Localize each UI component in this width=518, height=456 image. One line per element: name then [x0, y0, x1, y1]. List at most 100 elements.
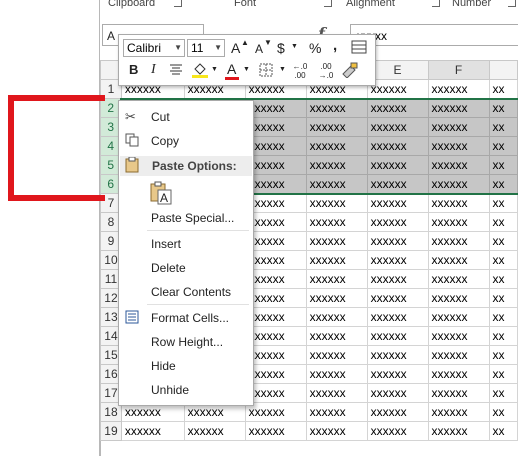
- cell[interactable]: xx: [488, 212, 518, 232]
- menu-item-insert[interactable]: Insert: [151, 237, 181, 251]
- cell[interactable]: xx: [488, 383, 518, 403]
- cell[interactable]: xx: [488, 117, 518, 137]
- fill-color-icon[interactable]: [191, 61, 209, 82]
- cell[interactable]: xxxxxx: [427, 193, 490, 213]
- cell[interactable]: xxxxxx: [244, 345, 307, 365]
- percent-style-button[interactable]: %: [309, 40, 321, 56]
- cell[interactable]: xxxxxx: [366, 326, 429, 346]
- cell[interactable]: xx: [488, 250, 518, 270]
- row-header[interactable]: 19: [100, 421, 122, 441]
- cell[interactable]: xxxxxx: [366, 79, 429, 99]
- format-painter-icon[interactable]: [341, 62, 359, 81]
- cell[interactable]: xx: [488, 231, 518, 251]
- cell[interactable]: xxxxxx: [427, 231, 490, 251]
- shrink-font-button[interactable]: A: [255, 42, 263, 56]
- cell[interactable]: xxxxxx: [366, 421, 429, 441]
- cell[interactable]: xx: [488, 345, 518, 365]
- number-launcher-icon[interactable]: [508, 0, 516, 7]
- cell[interactable]: xxxxxx: [366, 212, 429, 232]
- alignment-launcher-icon[interactable]: [432, 0, 440, 7]
- cell[interactable]: xxxxxx: [366, 269, 429, 289]
- cell[interactable]: xx: [488, 79, 518, 99]
- cell[interactable]: xxxxxx: [427, 117, 490, 137]
- cell[interactable]: xxxxxx: [244, 193, 307, 213]
- menu-item-delete[interactable]: Delete: [151, 261, 186, 275]
- align-center-icon[interactable]: [169, 63, 183, 78]
- font-color-button[interactable]: A: [227, 61, 236, 77]
- comma-style-button[interactable]: ,: [333, 37, 337, 54]
- cell[interactable]: xxxxxx: [427, 345, 490, 365]
- cell[interactable]: xxxxxx: [366, 364, 429, 384]
- decrease-decimal-button[interactable]: .00 →.0: [315, 62, 337, 80]
- cell[interactable]: xx: [488, 421, 518, 441]
- cell[interactable]: xxxxxx: [427, 402, 490, 422]
- cell[interactable]: xxxxxx: [244, 250, 307, 270]
- cell[interactable]: xxxxxx: [244, 155, 307, 175]
- cell[interactable]: xxxxxx: [120, 421, 185, 441]
- cell[interactable]: xxxxxx: [305, 345, 368, 365]
- cell[interactable]: xxxxxx: [427, 174, 490, 195]
- cell[interactable]: xxxxxx: [244, 174, 307, 195]
- font-size-dropdown[interactable]: 11 ▼: [187, 39, 225, 57]
- cell[interactable]: xxxxxx: [244, 269, 307, 289]
- cell[interactable]: xxxxxx: [305, 231, 368, 251]
- cell[interactable]: xxxxxx: [305, 326, 368, 346]
- clipboard-launcher-icon[interactable]: [174, 0, 182, 7]
- cell[interactable]: xxxxxx: [427, 155, 490, 175]
- cell[interactable]: xxxxxx: [244, 97, 307, 118]
- cell[interactable]: xxxxxx: [244, 421, 307, 441]
- cell[interactable]: xxxxxx: [366, 383, 429, 403]
- column-header[interactable]: [488, 60, 518, 80]
- cell[interactable]: xx: [488, 193, 518, 213]
- cell[interactable]: xxxxxx: [244, 326, 307, 346]
- column-header-f[interactable]: F: [427, 60, 490, 80]
- cell[interactable]: xxxxxx: [366, 174, 429, 195]
- cell[interactable]: xxxxxx: [427, 421, 490, 441]
- cell[interactable]: xxxxxx: [366, 155, 429, 175]
- cell[interactable]: xxxxxx: [366, 402, 429, 422]
- menu-item-paste-special[interactable]: Paste Special...: [151, 211, 234, 225]
- cell[interactable]: xxxxxx: [427, 364, 490, 384]
- cell[interactable]: xxxxxx: [305, 212, 368, 232]
- cell[interactable]: xxxxxx: [244, 231, 307, 251]
- currency-format-button[interactable]: $: [277, 40, 285, 56]
- cell[interactable]: xxxxxx: [244, 307, 307, 327]
- cell[interactable]: xxxxxx: [366, 288, 429, 308]
- cell[interactable]: xxxxxx: [427, 212, 490, 232]
- cell[interactable]: xxxxxx: [244, 212, 307, 232]
- menu-item-copy[interactable]: Copy: [151, 134, 179, 148]
- cell[interactable]: xxxxxx: [305, 383, 368, 403]
- cell[interactable]: xxxxxx: [427, 326, 490, 346]
- cell[interactable]: xxxxxx: [427, 383, 490, 403]
- cell[interactable]: xx: [488, 97, 518, 118]
- cell[interactable]: xx: [488, 136, 518, 156]
- cell[interactable]: xxxxxx: [305, 250, 368, 270]
- font-launcher-icon[interactable]: [324, 0, 332, 7]
- cell[interactable]: xx: [488, 307, 518, 327]
- cell[interactable]: xxxxxx: [427, 97, 490, 118]
- format-painter-table-icon[interactable]: [351, 39, 367, 58]
- cell[interactable]: xxxxxx: [305, 364, 368, 384]
- cell[interactable]: xxxxxx: [427, 269, 490, 289]
- cell[interactable]: xxxxxx: [366, 345, 429, 365]
- paste-button[interactable]: A: [149, 181, 173, 208]
- menu-item-row-height[interactable]: Row Height...: [151, 335, 223, 349]
- cell[interactable]: xxxxxx: [366, 97, 429, 118]
- cell[interactable]: xxxxxx: [183, 421, 246, 441]
- cell[interactable]: xxxxxx: [366, 117, 429, 137]
- cell[interactable]: xxxxxx: [244, 136, 307, 156]
- menu-item-cut[interactable]: Cut: [151, 110, 170, 124]
- cell[interactable]: xx: [488, 155, 518, 175]
- cell[interactable]: xxxxxx: [305, 421, 368, 441]
- increase-decimal-button[interactable]: ←.0 .00: [289, 62, 311, 80]
- cell[interactable]: xxxxxx: [305, 307, 368, 327]
- cell[interactable]: xxxxxx: [244, 383, 307, 403]
- cell[interactable]: xx: [488, 364, 518, 384]
- cell[interactable]: xx: [488, 174, 518, 195]
- cell[interactable]: xx: [488, 288, 518, 308]
- grow-font-button[interactable]: A: [231, 40, 240, 56]
- borders-icon[interactable]: [259, 63, 273, 80]
- cell[interactable]: xxxxxx: [366, 193, 429, 213]
- bold-button[interactable]: B: [129, 62, 138, 77]
- cell[interactable]: xxxxxx: [305, 136, 368, 156]
